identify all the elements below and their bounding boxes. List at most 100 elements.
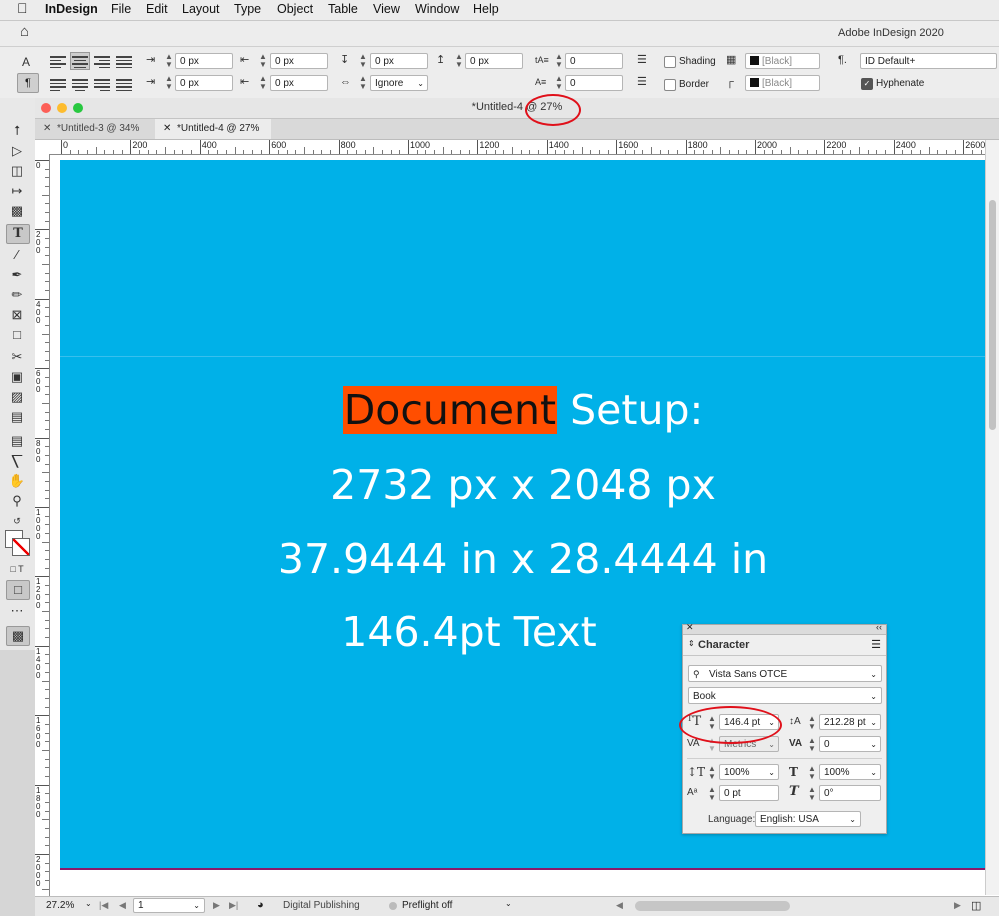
direct-selection-tool-icon[interactable]: ▷ — [6, 142, 28, 160]
selection-tool-icon[interactable]: ⭡ — [6, 122, 28, 140]
scissors-tool-icon[interactable]: ✂ — [6, 348, 28, 366]
menu-table[interactable]: Table — [328, 2, 358, 16]
line-tool-icon[interactable]: ∕ — [6, 246, 28, 264]
chevron-down-icon[interactable]: ⌄ — [870, 737, 877, 753]
pen-tool-icon[interactable]: ✒ — [6, 266, 28, 284]
note-tool-icon[interactable]: ▤ — [6, 432, 28, 450]
menu-type[interactable]: Type — [234, 2, 261, 16]
drop-cap-lines-stepper[interactable]: ▲ ▼ — [554, 53, 564, 69]
page-number-field[interactable]: 1 ⌄ — [133, 898, 205, 913]
shading-color-select[interactable]: [Black] — [745, 53, 820, 69]
pasteboard-toggle-icon[interactable]: ◫ — [971, 899, 981, 912]
menu-edit[interactable]: Edit — [146, 2, 168, 16]
home-icon[interactable]: ⌂ — [20, 24, 29, 39]
gradient-feather-tool-icon[interactable]: ▤ — [6, 408, 28, 426]
text-line-3[interactable]: 37.9444 in x 28.4444 in — [60, 534, 986, 584]
vertical-scrollbar[interactable] — [985, 140, 999, 895]
vertical-scale-field[interactable]: 100% ⌄ — [719, 764, 779, 780]
zoom-tool-icon[interactable]: ⚲ — [6, 492, 28, 510]
border-checkbox[interactable] — [664, 79, 676, 91]
left-indent-stepper[interactable]: ▲ ▼ — [164, 53, 174, 69]
text-line-2[interactable]: 2732 px x 2048 px — [60, 460, 986, 510]
language-select[interactable]: English: USA ⌄ — [755, 811, 861, 827]
baseline-shift-field[interactable]: 0 pt — [719, 785, 779, 801]
menu-help[interactable]: Help — [473, 2, 499, 16]
app-menu[interactable]: InDesign — [45, 2, 98, 16]
hyphenate-checkbox[interactable]: ✓ — [861, 78, 873, 90]
kerning-field[interactable]: Metrics ⌄ — [719, 736, 779, 752]
horizontal-ruler[interactable]: 0 200 400 600 800 1000 1200 1400 1600 1800 2000 220… — [49, 140, 985, 155]
tab-untitled-4[interactable]: ✕ *Untitled-4 @ 27% — [155, 119, 271, 139]
leading-field[interactable]: 212.28 pt ⌄ — [819, 714, 881, 730]
drop-cap-chars-field[interactable]: 0 — [565, 75, 623, 91]
align-left-icon[interactable] — [50, 54, 66, 68]
left-indent-field[interactable]: 0 px — [175, 53, 233, 69]
align-to-grid-select[interactable]: Ignore ⌄ — [370, 75, 428, 91]
menu-view[interactable]: View — [373, 2, 400, 16]
chevron-down-icon[interactable]: ⌄ — [768, 715, 775, 731]
right-indent-stepper[interactable]: ▲ ▼ — [258, 53, 268, 69]
free-transform-tool-icon[interactable]: ▣ — [6, 368, 28, 386]
space-after-field[interactable]: 0 px — [465, 53, 523, 69]
menu-layout[interactable]: Layout — [182, 2, 220, 16]
gap-tool-icon[interactable]: ↦ — [6, 182, 28, 200]
first-line-indent-field[interactable]: 0 px — [175, 75, 233, 91]
shading-checkbox[interactable] — [664, 56, 676, 68]
preflight-label[interactable]: Preflight off — [402, 900, 452, 911]
align-right-icon[interactable] — [94, 54, 110, 68]
character-mode-icon[interactable]: A — [22, 55, 30, 69]
content-collector-icon[interactable]: ▩ — [6, 202, 28, 220]
menu-object[interactable]: Object — [277, 2, 313, 16]
numbered-list-icon[interactable]: ☰ — [637, 75, 647, 89]
font-family-field[interactable]: ⚲ Vista Sans OTCE ⌄ — [688, 665, 882, 682]
panel-options-toggle-icon[interactable]: ⇕ — [688, 639, 695, 648]
previous-page-icon[interactable]: ◀ — [119, 900, 126, 911]
ruler-origin[interactable] — [35, 140, 50, 155]
horizontal-scroll-thumb[interactable] — [635, 901, 790, 911]
tab-untitled-3[interactable]: ✕ *Untitled-3 @ 34% — [35, 119, 155, 139]
justify-all-icon[interactable] — [116, 77, 132, 91]
vertical-scroll-thumb[interactable] — [989, 200, 996, 430]
zoom-level[interactable]: 27.2% — [46, 900, 74, 911]
collapse-icon[interactable]: ‹‹ — [876, 622, 882, 632]
chevron-down-icon[interactable]: ⌄ — [870, 666, 877, 683]
kerning-stepper[interactable]: ▲ ▼ — [707, 737, 717, 753]
right-indent-field[interactable]: 0 px — [270, 53, 328, 69]
chevron-down-icon[interactable]: ⌄ — [849, 812, 856, 828]
border-color-select[interactable]: [Black] — [745, 75, 820, 91]
close-icon[interactable]: ✕ — [163, 123, 171, 134]
type-tool-icon[interactable]: T — [6, 224, 30, 244]
last-page-icon[interactable]: ▶| — [229, 900, 238, 911]
drop-cap-lines-field[interactable]: 0 — [565, 53, 623, 69]
chevron-down-icon[interactable]: ⌄ — [870, 688, 877, 705]
apple-icon[interactable]:  — [17, 0, 28, 16]
page-tool-icon[interactable]: ◫ — [6, 162, 28, 180]
chevron-down-icon[interactable]: ⌄ — [870, 715, 877, 731]
justify-center-icon[interactable] — [72, 77, 88, 91]
sync-icon[interactable]: ◕ — [257, 899, 264, 911]
space-before-stepper[interactable]: ▲ ▼ — [358, 53, 368, 69]
rectangle-tool-icon[interactable]: □ — [6, 326, 28, 344]
swap-colors-icon[interactable]: ↺ — [6, 512, 28, 530]
vertical-scale-stepper[interactable]: ▲ ▼ — [707, 765, 717, 781]
justify-right-icon[interactable] — [94, 77, 110, 91]
selected-text-highlight[interactable]: Document — [342, 386, 558, 434]
first-line-indent-stepper[interactable]: ▲ ▼ — [164, 75, 174, 91]
paragraph-style-field[interactable]: ID Default+ — [860, 53, 997, 69]
preflight-status-icon[interactable] — [389, 902, 397, 910]
chevron-down-icon[interactable]: ⌄ — [870, 765, 877, 781]
tracking-field[interactable]: 0 ⌄ — [819, 736, 881, 752]
rectangle-frame-tool-icon[interactable]: ⊠ — [6, 306, 28, 324]
font-style-field[interactable]: Book ⌄ — [688, 687, 882, 704]
first-page-icon[interactable]: |◀ — [99, 900, 108, 911]
drop-cap-chars-stepper[interactable]: ▲ ▼ — [554, 75, 564, 91]
baseline-shift-stepper[interactable]: ▲ ▼ — [707, 786, 717, 802]
normal-view-icon[interactable]: □ — [6, 580, 30, 600]
align-center-icon[interactable] — [70, 52, 90, 70]
tracking-stepper[interactable]: ▲ ▼ — [807, 737, 817, 753]
skew-field[interactable]: 0° — [819, 785, 881, 801]
skew-stepper[interactable]: ▲ ▼ — [807, 786, 817, 802]
font-size-field[interactable]: 146.4 pt ⌄ — [719, 714, 779, 730]
border-settings-icon[interactable]: ┌ — [726, 75, 734, 89]
align-to-grid-stepper[interactable]: ▲ ▼ — [358, 75, 368, 91]
